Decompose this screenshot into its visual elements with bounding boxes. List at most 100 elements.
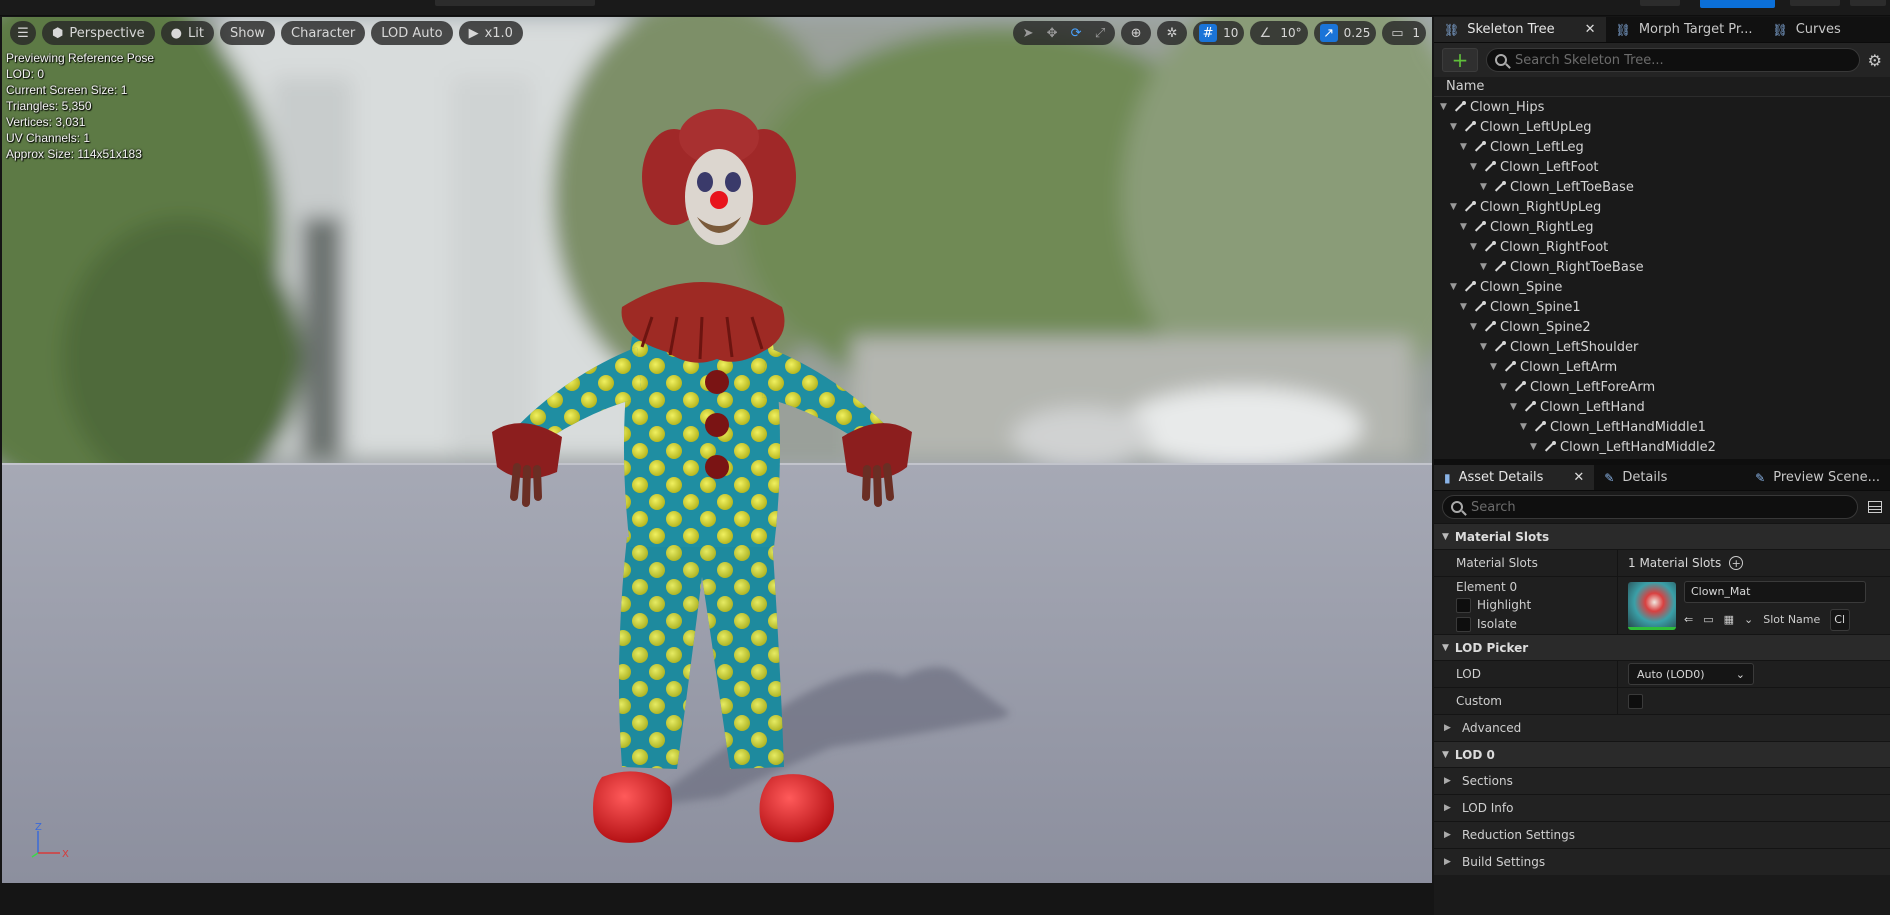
material-thumbnail[interactable] (1628, 581, 1676, 630)
chevron-down-icon[interactable]: ⌄ (1744, 613, 1753, 626)
plus-icon: + (1451, 48, 1469, 72)
angle-snap[interactable]: ∠ 10° (1250, 21, 1308, 45)
slot-name-field[interactable]: Cl (1830, 608, 1851, 631)
section-lod-picker[interactable]: ▼ LOD Picker (1434, 634, 1890, 660)
material-name-field[interactable]: Clown_Mat (1684, 580, 1866, 603)
show-button[interactable]: Show (219, 21, 276, 45)
browse-back-icon[interactable]: ⇐ (1684, 613, 1693, 626)
highlight-checkbox[interactable] (1456, 597, 1471, 613)
lit-label: Lit (188, 25, 204, 41)
surface-snap-toggle[interactable]: ✲ (1157, 21, 1188, 45)
tree-row-bone[interactable]: ▼ Clown_LeftHandMiddle2 (1434, 437, 1890, 457)
tree-row-bone[interactable]: ▼ Clown_RightToeBase (1434, 257, 1890, 277)
expand-caret-icon[interactable]: ▼ (1480, 342, 1490, 352)
tree-row-bone[interactable]: ▼ Clown_LeftForeArm (1434, 377, 1890, 397)
tab-skeleton-tree[interactable]: ⛓ Skeleton Tree ✕ (1434, 17, 1606, 42)
expand-caret-icon[interactable]: ▼ (1480, 182, 1490, 192)
lod-info-row[interactable]: ▶ LOD Info (1434, 794, 1890, 821)
expand-caret-icon[interactable]: ▼ (1520, 422, 1530, 432)
grid-snap[interactable]: #10 (1193, 21, 1245, 45)
expand-caret-icon[interactable]: ▼ (1460, 302, 1470, 312)
lit-button[interactable]: ● Lit (160, 21, 214, 45)
tree-row-bone[interactable]: ▼ Clown_Hips (1434, 97, 1890, 117)
perspective-button[interactable]: ⬢ Perspective (42, 21, 155, 45)
table-view-icon[interactable] (1868, 501, 1882, 513)
select-icon[interactable]: ➤ (1019, 24, 1037, 42)
tree-row-bone[interactable]: ▼ Clown_RightFoot (1434, 237, 1890, 257)
tree-row-bone[interactable]: ▼ Clown_LeftArm (1434, 357, 1890, 377)
lod-button[interactable]: LOD Auto (371, 21, 453, 45)
expand-caret-icon[interactable]: ▼ (1470, 242, 1480, 252)
bone-name: Clown_LeftForeArm (1530, 379, 1656, 395)
expand-caret-icon[interactable]: ▼ (1490, 362, 1500, 372)
details-search-input[interactable]: Search (1442, 495, 1858, 519)
expand-caret-icon[interactable]: ▼ (1450, 202, 1460, 212)
tree-row-bone[interactable]: ▼ Clown_Spine1 (1434, 297, 1890, 317)
tab-details[interactable]: ✎ Details (1594, 465, 1677, 490)
top-button[interactable] (1850, 0, 1886, 6)
tab-curves[interactable]: ⛓ Curves (1762, 17, 1850, 42)
expand-caret-icon[interactable]: ▼ (1460, 222, 1470, 232)
bone-icon (1482, 160, 1496, 174)
rotate-icon[interactable]: ⟳ (1067, 24, 1085, 42)
tree-row-bone[interactable]: ▼ Clown_LeftFoot (1434, 157, 1890, 177)
viewport-menu-button[interactable]: ☰ (10, 21, 36, 45)
expand-caret-icon[interactable]: ▼ (1450, 122, 1460, 132)
tree-row-bone[interactable]: ▼ Clown_LeftUpLeg (1434, 117, 1890, 137)
sections-row[interactable]: ▶ Sections (1434, 767, 1890, 794)
top-button[interactable] (1640, 0, 1680, 6)
expand-caret-icon[interactable]: ▼ (1500, 382, 1510, 392)
top-button[interactable] (1790, 0, 1840, 6)
add-slot-icon[interactable]: + (1729, 556, 1744, 570)
move-icon[interactable]: ✥ (1043, 24, 1061, 42)
tree-row-bone[interactable]: ▼ Clown_LeftHand (1434, 397, 1890, 417)
bone-name: Clown_Spine2 (1500, 319, 1591, 335)
lod-dropdown[interactable]: Auto (LOD0) ⌄ (1628, 663, 1754, 685)
advanced-row[interactable]: ▶ Advanced (1434, 714, 1890, 741)
expand-caret-icon[interactable]: ▼ (1450, 282, 1460, 292)
reduction-settings-row[interactable]: ▶ Reduction Settings (1434, 821, 1890, 848)
scale-icon[interactable]: ⤢ (1091, 24, 1109, 42)
add-button[interactable]: + (1442, 48, 1478, 72)
expand-caret-icon[interactable]: ▼ (1530, 442, 1540, 452)
playback-speed-button[interactable]: ▶ x1.0 (458, 21, 523, 45)
expand-caret-icon[interactable]: ▼ (1510, 402, 1520, 412)
tree-column-header[interactable]: Name (1434, 77, 1890, 97)
skeleton-search-input[interactable]: Search Skeleton Tree... (1486, 48, 1860, 72)
expand-caret-icon[interactable]: ▼ (1440, 102, 1450, 112)
chevron-down-icon: ⌄ (1735, 667, 1745, 681)
expand-caret-icon[interactable]: ▼ (1480, 262, 1490, 272)
character-button[interactable]: Character (281, 21, 366, 45)
tree-row-bone[interactable]: ▼ Clown_LeftShoulder (1434, 337, 1890, 357)
close-icon[interactable]: ✕ (1573, 470, 1584, 485)
tree-row-bone[interactable]: ▼ Clown_LeftLeg (1434, 137, 1890, 157)
tree-row-bone[interactable]: ▼ Clown_Spine2 (1434, 317, 1890, 337)
tree-row-bone[interactable]: ▼ Clown_RightUpLeg (1434, 197, 1890, 217)
tree-row-bone[interactable]: ▼ Clown_RightLeg (1434, 217, 1890, 237)
build-settings-row[interactable]: ▶ Build Settings (1434, 848, 1890, 875)
folder-icon[interactable]: ▭ (1703, 613, 1713, 626)
world-local-toggle[interactable]: ⊕ (1121, 21, 1152, 45)
viewport-3d[interactable]: ☰ ⬢ Perspective ● Lit Show Character LOD A… (2, 17, 1432, 883)
section-lod0[interactable]: ▼ LOD 0 (1434, 741, 1890, 767)
expand-caret-icon[interactable]: ▼ (1470, 322, 1480, 332)
gear-icon[interactable]: ⚙ (1868, 51, 1882, 70)
top-tab[interactable] (435, 0, 595, 6)
section-material-slots[interactable]: ▼ Material Slots (1434, 523, 1890, 549)
expand-caret-icon[interactable]: ▼ (1470, 162, 1480, 172)
checker-icon[interactable]: ▦ (1724, 613, 1734, 626)
tab-preview-scene[interactable]: ✎ Preview Scene... (1745, 465, 1890, 490)
expand-caret-icon[interactable]: ▼ (1460, 142, 1470, 152)
top-blue-button[interactable] (1700, 0, 1775, 8)
tree-row-bone[interactable]: ▼ Clown_LeftHandMiddle1 (1434, 417, 1890, 437)
tree-row-bone[interactable]: ▼ Clown_LeftToeBase (1434, 177, 1890, 197)
camera-speed[interactable]: ▭ 1 (1382, 21, 1426, 45)
tab-morph-target[interactable]: ⛓ Morph Target Pr... (1606, 17, 1763, 42)
close-icon[interactable]: ✕ (1585, 22, 1596, 37)
tree-row-bone[interactable]: ▼ Clown_Spine (1434, 277, 1890, 297)
expand-triangle-icon: ▶ (1444, 776, 1451, 786)
custom-checkbox[interactable] (1628, 693, 1643, 709)
scale-snap[interactable]: ↗ 0.25 (1313, 21, 1377, 45)
isolate-checkbox[interactable] (1456, 616, 1471, 632)
tab-asset-details[interactable]: ▮ Asset Details ✕ (1434, 465, 1595, 490)
